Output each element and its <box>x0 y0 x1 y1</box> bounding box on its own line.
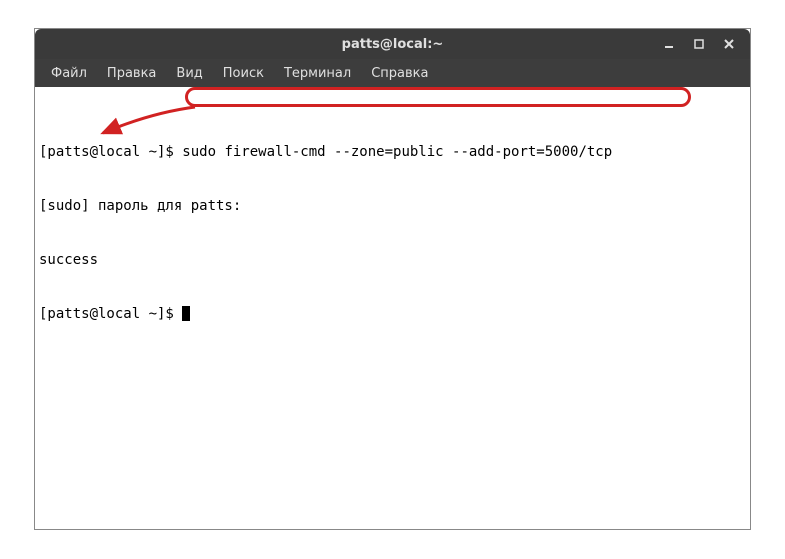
menu-file[interactable]: Файл <box>41 62 97 85</box>
terminal-line-1: [sudo] пароль для patts: <box>39 197 746 215</box>
terminal-window: patts@local:~ Файл Правка Вид Поиск Терм… <box>34 28 751 530</box>
minimize-button[interactable] <box>654 29 684 59</box>
cursor <box>182 306 190 321</box>
menu-help[interactable]: Справка <box>361 62 438 85</box>
terminal-body[interactable]: [patts@local ~]$ sudo firewall-cmd --zon… <box>35 87 750 529</box>
prompt: [patts@local ~]$ <box>39 306 182 322</box>
prompt: [patts@local ~]$ <box>39 144 182 160</box>
terminal-line-2: success <box>39 251 746 269</box>
menubar: Файл Правка Вид Поиск Терминал Справка <box>35 59 750 87</box>
titlebar[interactable]: patts@local:~ <box>35 29 750 59</box>
close-button[interactable] <box>714 29 744 59</box>
window-controls <box>654 29 744 59</box>
menu-view[interactable]: Вид <box>166 62 212 85</box>
arrow-annotation <box>95 105 205 145</box>
command-text: sudo firewall-cmd --zone=public --add-po… <box>182 144 612 160</box>
terminal-line-0: [patts@local ~]$ sudo firewall-cmd --zon… <box>39 143 746 161</box>
highlight-annotation <box>185 87 691 107</box>
window-title: patts@local:~ <box>342 37 444 52</box>
menu-edit[interactable]: Правка <box>97 62 166 85</box>
highlight-shadow <box>188 91 694 111</box>
maximize-button[interactable] <box>684 29 714 59</box>
menu-terminal[interactable]: Терминал <box>274 62 361 85</box>
terminal-line-3: [patts@local ~]$ <box>39 305 746 323</box>
menu-search[interactable]: Поиск <box>213 62 274 85</box>
